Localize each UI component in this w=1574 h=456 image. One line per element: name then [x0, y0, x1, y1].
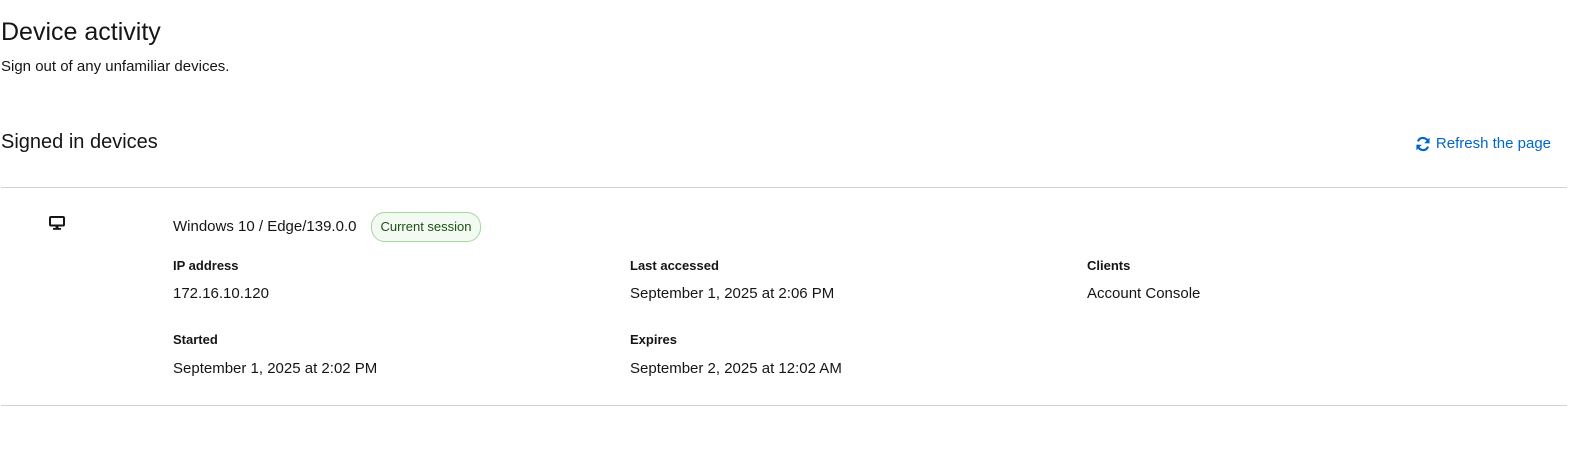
device-activity-page: Device activity Sign out of any unfamili… — [0, 0, 1574, 456]
current-session-badge: Current session — [371, 212, 481, 242]
clients-value: Account Console — [1087, 285, 1201, 302]
desktop-icon — [49, 216, 65, 230]
divider — [1, 187, 1567, 188]
clients-label: Clients — [1087, 258, 1131, 273]
ip-address-label: IP address — [173, 258, 239, 273]
ip-address-value: 172.16.10.120 — [173, 285, 269, 302]
sync-icon — [1415, 136, 1431, 152]
started-value: September 1, 2025 at 2:02 PM — [173, 360, 378, 377]
page-title: Device activity — [1, 18, 161, 46]
page-subtitle: Sign out of any unfamiliar devices. — [1, 58, 230, 75]
started-label: Started — [173, 332, 218, 347]
refresh-page-button[interactable]: Refresh the page — [1415, 133, 1551, 155]
last-accessed-label: Last accessed — [630, 258, 719, 273]
expires-label: Expires — [630, 332, 677, 347]
expires-value: September 2, 2025 at 12:02 AM — [630, 360, 842, 377]
device-header: Windows 10 / Edge/139.0.0 Current sessio… — [173, 212, 481, 242]
divider — [1, 405, 1567, 406]
last-accessed-value: September 1, 2025 at 2:06 PM — [630, 285, 835, 302]
device-name: Windows 10 / Edge/139.0.0 — [173, 218, 357, 235]
section-title: Signed in devices — [1, 131, 158, 153]
refresh-page-label: Refresh the page — [1435, 135, 1551, 152]
